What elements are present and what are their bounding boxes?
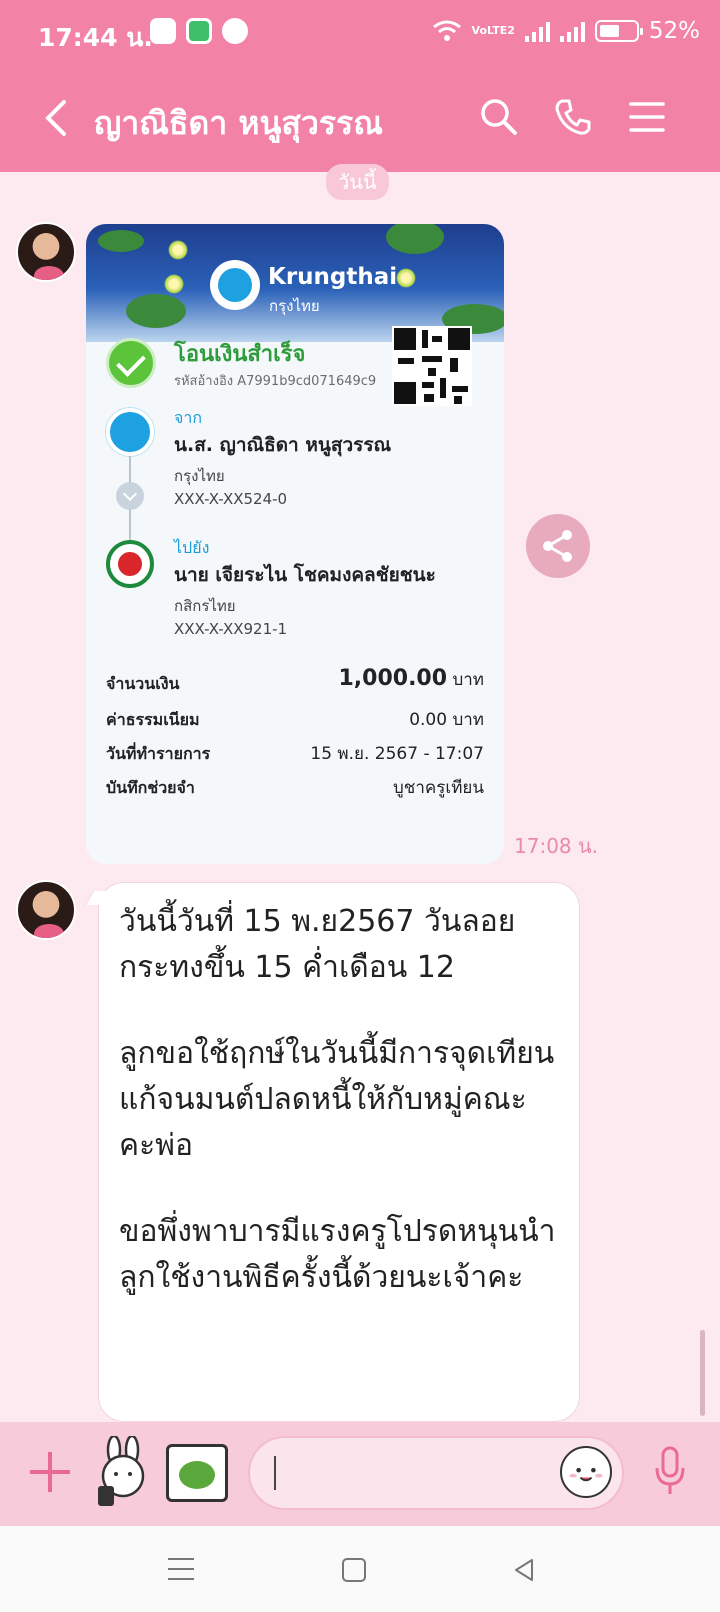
- amount-unit: บาท: [452, 670, 484, 690]
- share-icon: [543, 530, 572, 562]
- back-nav-icon[interactable]: [510, 1556, 538, 1584]
- to-name: นาย เจียระไน โชคมงคลชัยชนะ: [174, 564, 436, 586]
- bank-name-en: Krungthai: [268, 264, 398, 290]
- from-account: XXX-X-XX524-0: [174, 490, 288, 508]
- check-circle-icon: [106, 338, 156, 388]
- fee-value: 0.00 บาท: [409, 710, 484, 730]
- message-paragraph: ขอพึ่งพาบารมีแรงครูโปรดหนุนนำลูกใช้งานพิ…: [119, 1214, 556, 1295]
- chevron-down-icon: [116, 482, 144, 510]
- phone-icon[interactable]: [552, 96, 594, 138]
- plus-icon[interactable]: [28, 1450, 72, 1494]
- sticker-cony-icon[interactable]: [90, 1436, 156, 1508]
- emoji-icon[interactable]: [560, 1446, 612, 1498]
- signal-icon-2: [559, 20, 585, 42]
- menu-icon[interactable]: [626, 96, 668, 138]
- from-label: จาก: [174, 408, 203, 427]
- signal-icon-1: [524, 20, 550, 42]
- date-label: วันที่ทำรายการ: [106, 744, 211, 763]
- krungthai-logo-icon: [210, 260, 260, 310]
- amount-label: จำนวนเงิน: [106, 674, 180, 693]
- chat-title[interactable]: ญาณิธิดา หนูสุวรรณ: [94, 98, 383, 149]
- memo-value: บูชาครูเทียน: [393, 778, 484, 798]
- chat-header: ญาณิธิดา หนูสุวรรณ: [0, 66, 720, 172]
- battery-percent: 52%: [648, 18, 700, 44]
- krungthai-bank-icon: [106, 408, 154, 456]
- line-icon: [150, 18, 176, 44]
- mic-icon[interactable]: [654, 1444, 686, 1500]
- transfer-status: โอนเงินสำเร็จ: [174, 342, 306, 367]
- back-icon[interactable]: [38, 96, 78, 140]
- share-button[interactable]: [526, 514, 590, 578]
- message-bubble[interactable]: วันนี้วันที่ 15 พ.ย2567 วันลอยกระทงขึ้น …: [98, 882, 580, 1422]
- avatar[interactable]: [16, 222, 76, 282]
- system-navigation-bar: [0, 1526, 720, 1612]
- krungthai-icon: [222, 18, 248, 44]
- from-bank: กรุงไทย: [174, 467, 225, 485]
- qr-code-icon: [392, 326, 472, 406]
- message-icon: [186, 18, 212, 44]
- reference-code: รหัสอ้างอิง A7991b9cd071649c9: [174, 374, 377, 389]
- date-value: 15 พ.ย. 2567 - 17:07: [310, 744, 484, 764]
- avatar[interactable]: [16, 880, 76, 940]
- sticker-image-icon[interactable]: [166, 1444, 228, 1502]
- input-bar: [0, 1422, 720, 1526]
- kasikorn-bank-icon: [106, 540, 154, 588]
- wifi-icon: [432, 20, 461, 41]
- search-icon[interactable]: [478, 96, 520, 138]
- memo-label: บันทึกช่วยจำ: [106, 778, 195, 797]
- text-cursor: [274, 1456, 276, 1490]
- volte-icon: VoLTE2: [471, 24, 515, 37]
- fee-label: ค่าธรรมเนียม: [106, 710, 200, 729]
- amount-row: 1,000.00 บาท: [338, 666, 484, 693]
- message-paragraph: วันนี้วันที่ 15 พ.ย2567 วันลอยกระทงขึ้น …: [119, 904, 516, 985]
- to-account: XXX-X-XX921-1: [174, 620, 288, 638]
- to-label: ไปยัง: [174, 538, 210, 557]
- date-separator: วันนี้: [326, 164, 389, 200]
- recent-apps-icon[interactable]: [168, 1558, 194, 1580]
- transfer-slip-image[interactable]: Krungthai กรุงไทย โอนเงินสำเร็จ รหัสอ้าง…: [86, 224, 504, 864]
- to-bank: กสิกรไทย: [174, 597, 236, 615]
- scrollbar[interactable]: [700, 1330, 705, 1416]
- message-time: 17:08 น.: [514, 834, 599, 858]
- status-bar: 17:44 น. VoLTE2 52%: [0, 0, 720, 66]
- from-name: น.ส. ญาณิธิดา หนูสุวรรณ: [174, 434, 392, 456]
- battery-icon: [594, 20, 643, 42]
- message-paragraph: ลูกขอใช้ฤกษ์ในวันนี้มีการจุดเทียนแก้จนมน…: [119, 1036, 555, 1163]
- bank-name-th: กรุงไทย: [269, 297, 320, 315]
- amount-value: 1,000.00: [338, 666, 448, 691]
- home-icon[interactable]: [342, 1558, 366, 1582]
- status-time: 17:44 น.: [38, 23, 153, 52]
